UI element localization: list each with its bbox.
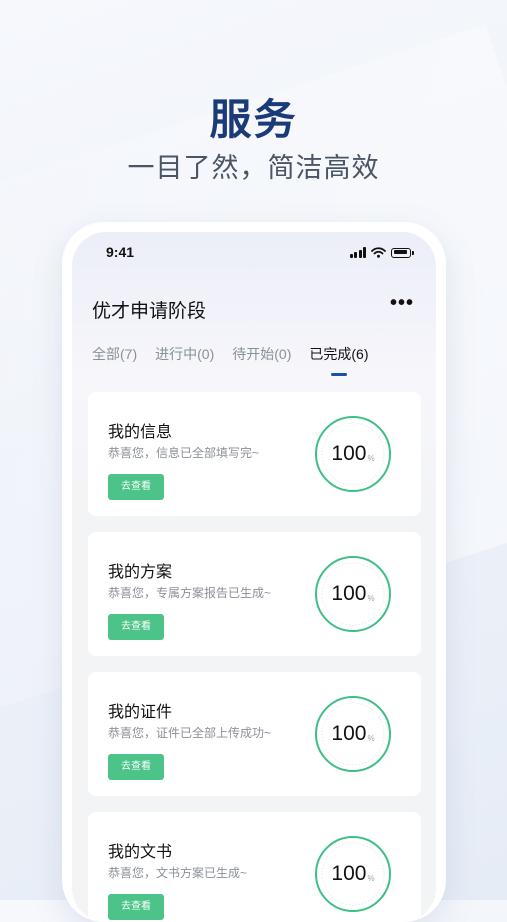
tab-completed[interactable]: 已完成(6) bbox=[309, 344, 369, 376]
card-title: 我的方案 bbox=[108, 564, 173, 581]
card-my-plan: 我的方案 恭喜您，专属方案报告已生成~ 去查看 100% bbox=[88, 532, 421, 656]
hero-subtitle: 一目了然，简洁高效 bbox=[127, 153, 380, 183]
progress-ring: 100% bbox=[313, 694, 393, 774]
more-icon[interactable]: ••• bbox=[390, 292, 414, 315]
battery-icon bbox=[391, 247, 411, 258]
progress-unit: % bbox=[367, 593, 375, 603]
tab-bar: 全部(7) 进行中(0) 待开始(0) 已完成(6) bbox=[92, 344, 369, 376]
progress-value: 100 bbox=[331, 722, 367, 745]
card-description: 恭喜您，证件已全部上传成功~ bbox=[108, 726, 272, 740]
card-my-documents: 我的证件 恭喜您，证件已全部上传成功~ 去查看 100% bbox=[88, 672, 421, 796]
view-button[interactable]: 去查看 bbox=[108, 474, 164, 500]
progress-unit: % bbox=[367, 453, 375, 463]
status-time: 9:41 bbox=[106, 244, 135, 260]
tab-pending[interactable]: 待开始(0) bbox=[232, 344, 291, 376]
card-description: 恭喜您，信息已全部填写完~ bbox=[108, 446, 260, 460]
progress-ring: 100% bbox=[313, 834, 393, 914]
card-description: 恭喜您，文书方案已生成~ bbox=[108, 866, 248, 880]
wifi-icon bbox=[371, 247, 386, 258]
page-title: 优才申请阶段 bbox=[92, 301, 207, 322]
phone-frame: 9:41 优才申请阶段 ••• 全部(7) 进行中(0) 待开始(0) 已完成(… bbox=[62, 222, 446, 922]
progress-ring: 100% bbox=[313, 554, 393, 634]
progress-unit: % bbox=[367, 733, 375, 743]
status-icons bbox=[349, 247, 414, 258]
status-bar: 9:41 bbox=[72, 244, 436, 266]
hero-title: 服务 bbox=[209, 96, 298, 143]
progress-value: 100 bbox=[331, 442, 367, 465]
battery-tip bbox=[412, 250, 414, 255]
signal-icon bbox=[349, 247, 366, 258]
tab-in-progress[interactable]: 进行中(0) bbox=[155, 344, 214, 376]
card-list: 我的信息 恭喜您，信息已全部填写完~ 去查看 100% 我的方案 恭喜您，专属方… bbox=[88, 392, 421, 922]
progress-value: 100 bbox=[331, 582, 367, 605]
view-button[interactable]: 去查看 bbox=[108, 894, 164, 920]
view-button[interactable]: 去查看 bbox=[108, 754, 164, 780]
progress-ring: 100% bbox=[313, 414, 393, 494]
card-my-paperwork: 我的文书 恭喜您，文书方案已生成~ 去查看 100% bbox=[88, 812, 421, 922]
view-button[interactable]: 去查看 bbox=[108, 614, 164, 640]
card-title: 我的文书 bbox=[108, 844, 173, 861]
card-title: 我的信息 bbox=[108, 424, 173, 441]
card-description: 恭喜您，专属方案报告已生成~ bbox=[108, 586, 272, 600]
card-my-info: 我的信息 恭喜您，信息已全部填写完~ 去查看 100% bbox=[88, 392, 421, 516]
progress-value: 100 bbox=[331, 862, 367, 885]
progress-unit: % bbox=[367, 873, 375, 883]
card-title: 我的证件 bbox=[108, 704, 173, 721]
phone-screen: 9:41 优才申请阶段 ••• 全部(7) 进行中(0) 待开始(0) 已完成(… bbox=[72, 232, 436, 922]
tab-all[interactable]: 全部(7) bbox=[92, 344, 137, 376]
